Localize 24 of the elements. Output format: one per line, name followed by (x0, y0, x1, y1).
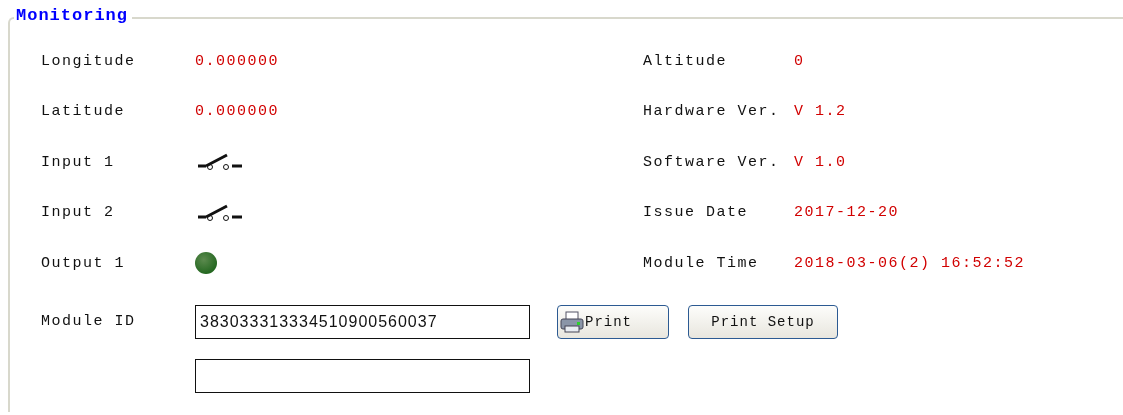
group-title: Monitoring (14, 6, 133, 26)
value-text: 2017-12-20 (794, 204, 899, 222)
field-label: Input 2 (41, 204, 116, 222)
value-text: 0.000000 (195, 52, 279, 70)
field-label: Output 1 (41, 254, 126, 272)
print-button[interactable]: Print (557, 304, 669, 339)
field-label: Software Ver. (643, 153, 781, 171)
value-text: V 1.2 (794, 103, 847, 121)
field-label: Altitude (643, 52, 728, 70)
value-text: 0.000000 (195, 103, 279, 121)
input-field[interactable] (195, 358, 530, 393)
field-label: Module ID (41, 311, 137, 332)
field-label: Issue Date (643, 204, 749, 222)
value-text: V 1.0 (794, 153, 847, 171)
printer-icon (560, 310, 584, 333)
field-label: Longitude (41, 52, 137, 70)
field-label: Module Time (643, 254, 760, 272)
value-text: 0 (794, 52, 805, 70)
print-setup-button[interactable]: Print Setup (688, 304, 838, 339)
value-text: 2018-03-06(2) 16:52:52 (794, 254, 1026, 272)
field-label: Latitude (41, 103, 126, 121)
field-label: Hardware Ver. (643, 103, 781, 121)
module-id-field[interactable]: 383033313334510900560037 (195, 304, 530, 339)
field-label: Input 1 (41, 153, 116, 171)
